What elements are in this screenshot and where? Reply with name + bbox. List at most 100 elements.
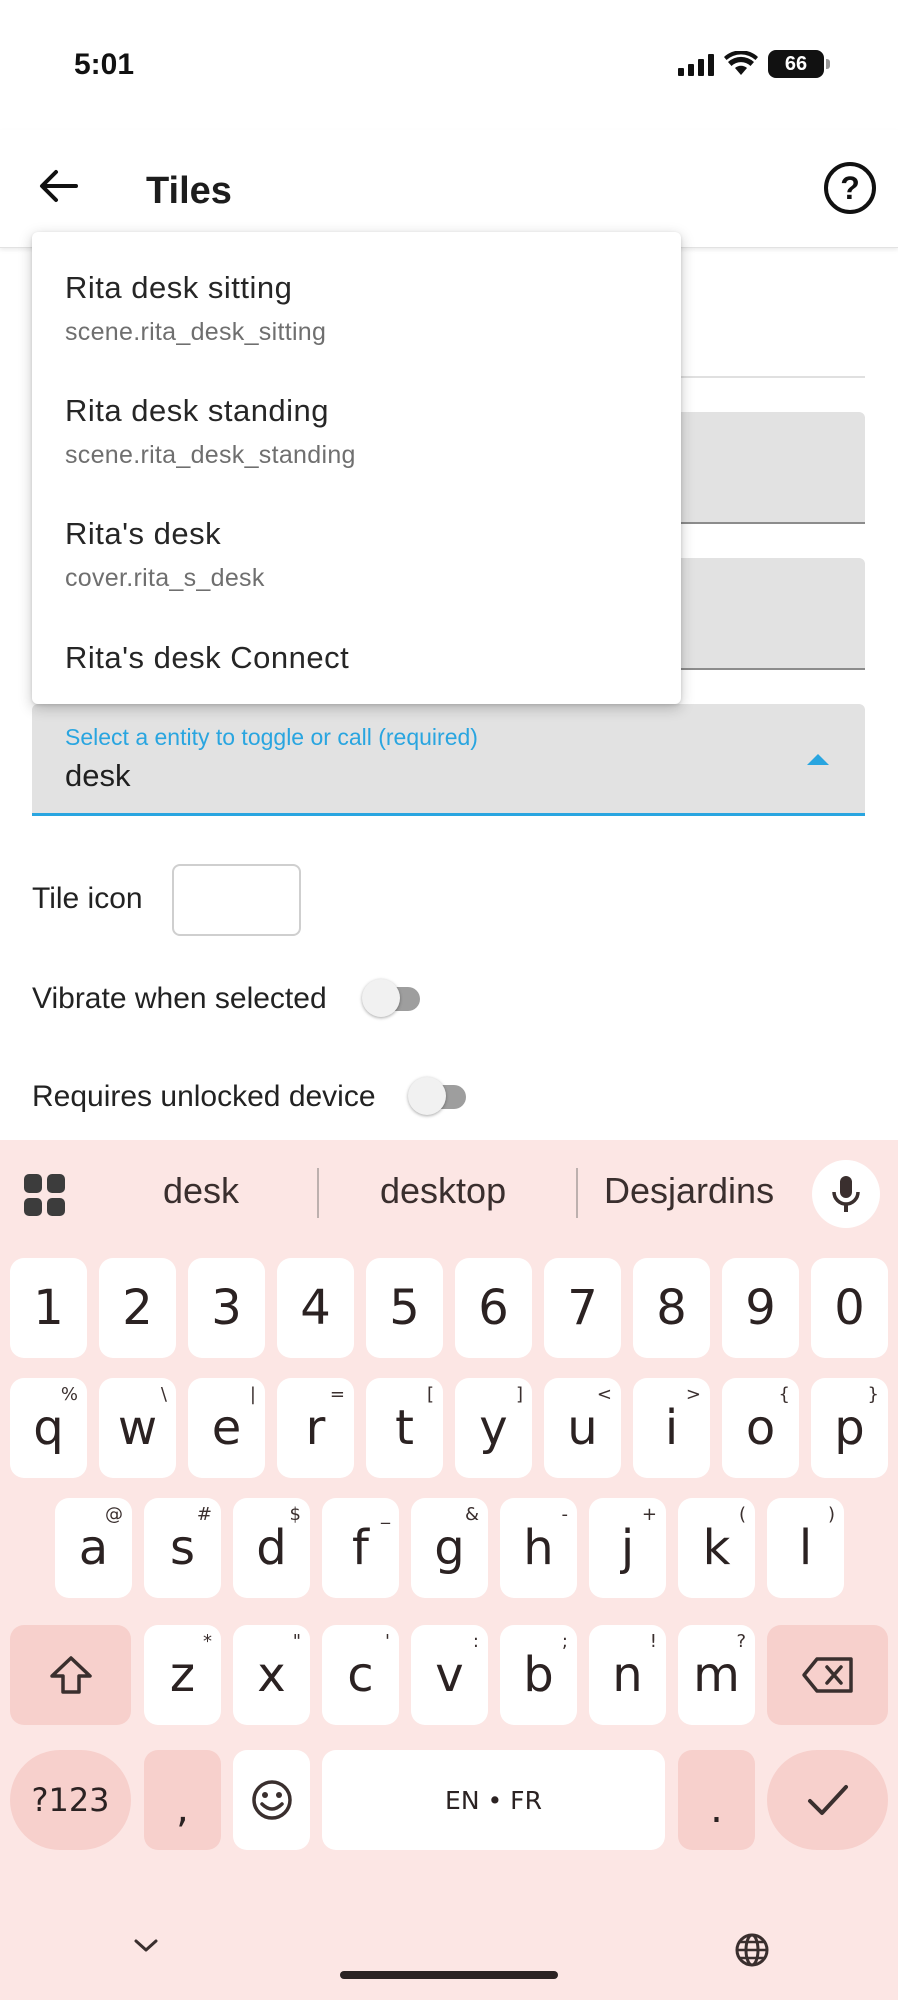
suggestion-item[interactable]: desk <box>163 1170 239 1212</box>
dropdown-option[interactable]: Rita's desk Connect <box>65 640 349 676</box>
key-u[interactable]: u < <box>544 1378 621 1478</box>
back-button[interactable] <box>32 160 84 212</box>
key-label: h <box>523 1520 554 1576</box>
key-hint: : <box>472 1631 479 1652</box>
key-6[interactable]: 6 <box>455 1258 532 1358</box>
key-label: 6 <box>478 1280 509 1336</box>
key-m[interactable]: m? <box>678 1625 755 1725</box>
key-8[interactable]: 8 <box>633 1258 710 1358</box>
tile-icon-picker[interactable] <box>172 864 301 936</box>
backspace-key[interactable] <box>767 1625 888 1725</box>
option-entity-id: scene.rita_desk_sitting <box>65 318 327 346</box>
key-hint: _ <box>381 1504 390 1525</box>
key-label: d <box>256 1520 287 1576</box>
enter-key[interactable] <box>767 1750 888 1850</box>
key-label: s <box>169 1520 195 1576</box>
key-w[interactable]: w \ <box>99 1378 176 1478</box>
key-label: o <box>745 1400 776 1456</box>
key-label: f <box>352 1520 369 1576</box>
key-n[interactable]: n! <box>589 1625 666 1725</box>
key-label: m <box>693 1647 740 1703</box>
key-label: a <box>78 1520 109 1576</box>
key-y[interactable]: y] <box>455 1378 532 1478</box>
key-v[interactable]: v: <box>411 1625 488 1725</box>
key-l[interactable]: l) <box>767 1498 844 1598</box>
comma-key[interactable]: , <box>144 1750 221 1850</box>
key-hint: { <box>778 1384 790 1405</box>
toggle-thumb <box>408 1077 446 1115</box>
entity-select-field[interactable]: Select a entity to toggle or call (requi… <box>32 704 865 816</box>
key-label: z <box>169 1647 196 1703</box>
keyboard-apps-icon[interactable] <box>24 1174 66 1216</box>
key-3[interactable]: 3 <box>188 1258 265 1358</box>
key-label: y <box>479 1400 508 1456</box>
shift-key[interactable] <box>10 1625 131 1725</box>
key-4[interactable]: 4 <box>277 1258 354 1358</box>
home-indicator[interactable] <box>340 1971 558 1979</box>
symbols-key[interactable]: ?123 <box>10 1750 131 1850</box>
dropdown-option[interactable]: Rita desk sitting scene.rita_desk_sittin… <box>65 270 326 347</box>
key-hint: * <box>203 1631 212 1652</box>
key-2[interactable]: 2 <box>99 1258 176 1358</box>
key-1[interactable]: 1 <box>10 1258 87 1358</box>
key-5[interactable]: 5 <box>366 1258 443 1358</box>
unlocked-device-toggle[interactable] <box>408 1075 472 1115</box>
key-p[interactable]: p} <box>811 1378 888 1478</box>
key-hint: @ <box>105 1504 123 1525</box>
key-9[interactable]: 9 <box>722 1258 799 1358</box>
help-button[interactable]: ? <box>824 162 876 214</box>
key-h[interactable]: h- <box>500 1498 577 1598</box>
key-k[interactable]: k( <box>678 1498 755 1598</box>
key-s[interactable]: s # <box>144 1498 221 1598</box>
key-hint: ! <box>649 1631 657 1652</box>
key-hint: - <box>561 1504 569 1525</box>
key-label: 5 <box>389 1280 420 1336</box>
battery-icon: 66 <box>768 50 830 78</box>
suggestion-divider <box>317 1168 319 1218</box>
entity-dropdown-menu: Rita desk sitting scene.rita_desk_sittin… <box>32 232 681 704</box>
emoji-key[interactable] <box>233 1750 310 1850</box>
key-label: 8 <box>656 1280 687 1336</box>
voice-input-button[interactable] <box>812 1160 880 1228</box>
key-x[interactable]: x " <box>233 1625 310 1725</box>
dropdown-arrow-icon[interactable] <box>807 754 829 765</box>
key-q[interactable]: q% <box>10 1378 87 1478</box>
key-j[interactable]: j + <box>589 1498 666 1598</box>
key-0[interactable]: 0 <box>811 1258 888 1358</box>
key-t[interactable]: t[ <box>366 1378 443 1478</box>
key-label: x <box>257 1647 286 1703</box>
key-label: j <box>620 1520 635 1576</box>
key-i[interactable]: i > <box>633 1378 710 1478</box>
key-label: r <box>305 1400 326 1456</box>
arrow-back-icon <box>40 170 78 202</box>
dropdown-option[interactable]: Rita's desk cover.rita_s_desk <box>65 516 265 593</box>
space-bar[interactable]: EN • FR <box>322 1750 665 1850</box>
key-g[interactable]: g & <box>411 1498 488 1598</box>
key-f[interactable]: f _ <box>322 1498 399 1598</box>
hide-keyboard-icon[interactable] <box>133 1937 159 1955</box>
entity-field-value[interactable]: desk <box>65 758 130 794</box>
suggestion-item[interactable]: desktop <box>380 1170 506 1212</box>
key-hint: & <box>464 1504 479 1525</box>
key-a[interactable]: a @ <box>55 1498 132 1598</box>
key-r[interactable]: r = <box>277 1378 354 1478</box>
period-key[interactable]: . <box>678 1750 755 1850</box>
key-b[interactable]: b; <box>500 1625 577 1725</box>
key-o[interactable]: o{ <box>722 1378 799 1478</box>
key-e[interactable]: e | <box>188 1378 265 1478</box>
option-title: Rita's desk Connect <box>65 640 350 675</box>
key-7[interactable]: 7 <box>544 1258 621 1358</box>
checkmark-icon <box>807 1785 848 1815</box>
key-hint: $ <box>289 1504 301 1525</box>
vibrate-toggle[interactable] <box>362 977 426 1017</box>
key-label: 2 <box>122 1280 153 1336</box>
suggestion-item[interactable]: Desjardins <box>604 1170 774 1212</box>
dropdown-option[interactable]: Rita desk standing scene.rita_desk_stand… <box>65 393 356 470</box>
language-globe-icon[interactable] <box>734 1932 770 1968</box>
key-z[interactable]: z * <box>144 1625 221 1725</box>
key-c[interactable]: c ' <box>322 1625 399 1725</box>
key-label: , <box>176 1786 189 1832</box>
key-d[interactable]: d $ <box>233 1498 310 1598</box>
key-hint: ? <box>736 1631 746 1652</box>
on-screen-keyboard: desk desktop Desjardins 1 2 3 4 5 6 7 8 9 0 q% w \ e |… <box>0 1140 898 2000</box>
